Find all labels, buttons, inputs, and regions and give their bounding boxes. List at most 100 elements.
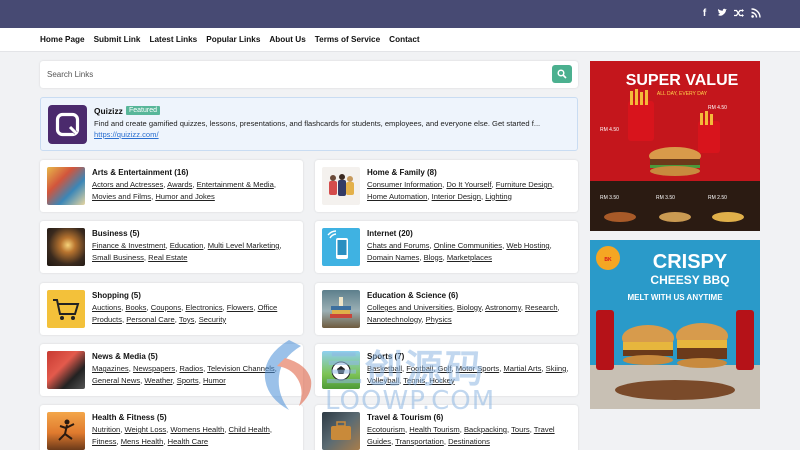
category-link[interactable]: Toys — [179, 315, 195, 324]
top-bar: f — [0, 0, 800, 28]
category-link[interactable]: Tours — [511, 425, 530, 434]
category-link[interactable]: Skiing — [546, 364, 567, 373]
category-link[interactable]: Interior Design — [432, 192, 481, 201]
category-link[interactable]: Weather — [144, 376, 172, 385]
category-link[interactable]: Motor Sports — [456, 364, 499, 373]
category-title[interactable]: Shopping (5) — [92, 291, 141, 300]
category-link[interactable]: Womens Health — [170, 425, 224, 434]
category-title[interactable]: Health & Fitness (5) — [92, 413, 167, 422]
category-link[interactable]: Blogs — [424, 253, 443, 262]
category-link[interactable]: Health Tourism — [409, 425, 460, 434]
category-link[interactable]: Volleyball — [367, 376, 399, 385]
category-link[interactable]: General News — [92, 376, 140, 385]
shuffle-icon[interactable] — [734, 8, 744, 19]
search-input[interactable]: Search Links — [47, 70, 93, 79]
category-link[interactable]: Actors and Actresses — [92, 180, 163, 189]
category-link[interactable]: Small Business — [92, 253, 144, 262]
category-link[interactable]: Security — [199, 315, 226, 324]
category-link[interactable]: Home Automation — [367, 192, 427, 201]
search-icon — [557, 69, 567, 79]
nav-home-page[interactable]: Home Page — [40, 35, 85, 44]
category-link[interactable]: Consumer Information — [367, 180, 442, 189]
category-link[interactable]: Personal Care — [126, 315, 175, 324]
category-link[interactable]: Transportation — [395, 437, 444, 446]
category-title[interactable]: News & Media (5) — [92, 352, 158, 361]
category-links: Finance & Investment, Education, Multi L… — [92, 241, 282, 262]
ad1-price-1: RM 3.50 — [600, 195, 619, 201]
category-link[interactable]: Online Communities — [434, 241, 502, 250]
nav-about-us[interactable]: About Us — [269, 35, 305, 44]
category-link[interactable]: Radios — [179, 364, 203, 373]
category-link[interactable]: Magazines — [92, 364, 129, 373]
nav-latest-links[interactable]: Latest Links — [149, 35, 197, 44]
category-title[interactable]: Arts & Entertainment (16) — [92, 168, 188, 177]
nav-popular-links[interactable]: Popular Links — [206, 35, 260, 44]
category-link[interactable]: Child Health — [229, 425, 270, 434]
category-link[interactable]: Marketplaces — [447, 253, 492, 262]
category-link[interactable]: Destinations — [448, 437, 490, 446]
category-link[interactable]: Ecotourism — [367, 425, 405, 434]
category-link[interactable]: Chats and Forums — [367, 241, 429, 250]
category-link[interactable]: Fitness — [92, 437, 116, 446]
category-link[interactable]: Education — [170, 241, 204, 250]
quizizz-logo[interactable] — [48, 105, 87, 144]
category-link[interactable]: Flowers — [227, 303, 254, 312]
category-link[interactable]: Nanotechnology — [367, 315, 421, 324]
category-link[interactable]: Coupons — [151, 303, 181, 312]
category-link[interactable]: Nutrition — [92, 425, 120, 434]
category-link[interactable]: Newspapers — [133, 364, 175, 373]
category-link[interactable]: Awards — [167, 180, 192, 189]
category-link[interactable]: Golf — [438, 364, 452, 373]
nav-submit-link[interactable]: Submit Link — [94, 35, 141, 44]
category-card: Internet (20) Chats and Forums, Online C… — [315, 221, 578, 273]
category-link[interactable]: Weight Loss — [125, 425, 167, 434]
category-link[interactable]: Health Care — [168, 437, 209, 446]
category-link[interactable]: Finance & Investment — [92, 241, 165, 250]
category-link[interactable]: Backpacking — [464, 425, 507, 434]
category-card: Arts & Entertainment (16) Actors and Act… — [40, 160, 303, 212]
category-title[interactable]: Internet (20) — [367, 229, 413, 238]
category-title[interactable]: Travel & Tourism (6) — [367, 413, 443, 422]
category-link[interactable]: Sports — [177, 376, 199, 385]
category-title[interactable]: Sports (7) — [367, 352, 404, 361]
category-link[interactable]: Entertainment & Media — [197, 180, 274, 189]
category-link[interactable]: Books — [125, 303, 146, 312]
category-link[interactable]: Lighting — [485, 192, 512, 201]
category-link[interactable]: Do It Yourself — [446, 180, 491, 189]
category-link[interactable]: Television Channels — [207, 364, 275, 373]
facebook-icon[interactable]: f — [700, 8, 709, 19]
category-link[interactable]: Research — [525, 303, 558, 312]
twitter-icon[interactable] — [717, 8, 727, 19]
category-link[interactable]: Astronomy — [485, 303, 521, 312]
category-link[interactable]: Electronics — [185, 303, 222, 312]
nav-terms-of-service[interactable]: Terms of Service — [315, 35, 380, 44]
nav-contact[interactable]: Contact — [389, 35, 419, 44]
category-link[interactable]: Web Hosting — [506, 241, 549, 250]
category-link[interactable]: Humor — [203, 376, 226, 385]
featured-name[interactable]: Quizizz — [94, 106, 123, 116]
ad-banner-super-value[interactable]: SUPER VALUE ALL DAY, EVERY DAY RM 4.50 R… — [590, 61, 760, 231]
category-link[interactable]: Physics — [426, 315, 452, 324]
rss-icon[interactable] — [751, 8, 761, 19]
category-link[interactable]: Colleges and Universities — [367, 303, 453, 312]
category-title[interactable]: Business (5) — [92, 229, 140, 238]
category-link[interactable]: Domain Names — [367, 253, 419, 262]
category-link[interactable]: Auctions — [92, 303, 121, 312]
search-button[interactable] — [552, 65, 572, 83]
category-link[interactable]: Basketball — [367, 364, 402, 373]
category-title[interactable]: Education & Science (6) — [367, 291, 458, 300]
category-link[interactable]: Tennis — [403, 376, 425, 385]
category-link[interactable]: Movies and Films — [92, 192, 151, 201]
category-title[interactable]: Home & Family (8) — [367, 168, 437, 177]
category-link[interactable]: Biology — [457, 303, 481, 312]
category-link[interactable]: Mens Health — [121, 437, 164, 446]
category-link[interactable]: Furniture Design — [496, 180, 552, 189]
category-link[interactable]: Football — [406, 364, 433, 373]
featured-url[interactable]: https://quizizz.com/ — [94, 130, 159, 139]
category-link[interactable]: Hockey — [429, 376, 454, 385]
category-link[interactable]: Humor and Jokes — [155, 192, 215, 201]
ad-banner-crispy-bbq[interactable]: BK CRISPY CHEESY BBQ MELT WITH US ANYTIM… — [590, 240, 760, 409]
category-link[interactable]: Martial Arts — [503, 364, 541, 373]
category-link[interactable]: Real Estate — [148, 253, 187, 262]
category-link[interactable]: Multi Level Marketing — [208, 241, 280, 250]
